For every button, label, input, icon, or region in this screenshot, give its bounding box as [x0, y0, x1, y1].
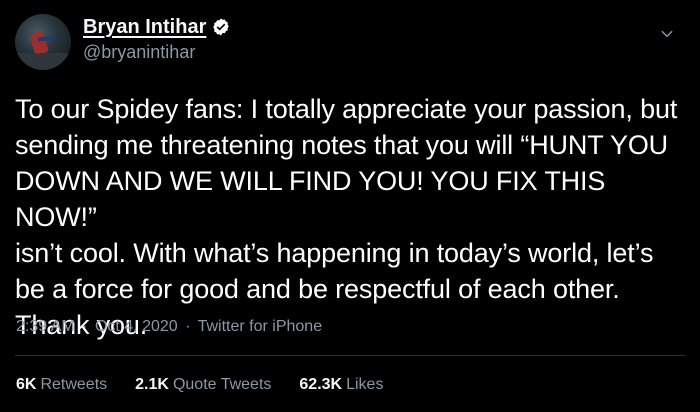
metadata-separator: · [82, 318, 88, 335]
tweet-time[interactable]: 2:39 AM [16, 318, 75, 335]
retweets-label: Retweets [40, 376, 108, 393]
retweets-stat[interactable]: 6K Retweets [16, 374, 107, 396]
likes-label: Likes [346, 376, 384, 393]
tweet-text: To our Spidey fans: I totally appreciate… [15, 94, 678, 340]
author-display-name[interactable]: Bryan Intihar [83, 15, 206, 39]
chevron-down-icon[interactable] [659, 26, 675, 42]
quote-tweets-count: 2.1K [135, 376, 169, 393]
tweet-stats: 6K Retweets 2.1K Quote Tweets 62.3K Like… [16, 374, 383, 396]
tweet-date[interactable]: Oct 4, 2020 [95, 318, 178, 335]
quote-tweets-label: Quote Tweets [172, 376, 272, 393]
tweet-card: Bryan Intihar @bryanintihar To our Spide… [0, 0, 700, 412]
tweet-metadata: 2:39 AM · Oct 4, 2020 · Twitter for iPho… [16, 316, 322, 338]
quote-tweets-stat[interactable]: 2.1K Quote Tweets [135, 374, 271, 396]
likes-stat[interactable]: 62.3K Likes [299, 374, 383, 396]
tweet-header: Bryan Intihar @bryanintihar [15, 14, 685, 72]
stats-divider [15, 355, 685, 356]
author-avatar[interactable] [15, 14, 71, 70]
metadata-separator: · [185, 318, 191, 335]
author-info: Bryan Intihar @bryanintihar [83, 15, 231, 64]
author-name-row[interactable]: Bryan Intihar [83, 15, 231, 39]
tweet-source[interactable]: Twitter for iPhone [198, 318, 323, 335]
author-handle[interactable]: @bryanintihar [83, 40, 231, 64]
retweets-count: 6K [16, 376, 37, 393]
avatar-background [15, 53, 71, 70]
likes-count: 62.3K [299, 376, 343, 393]
avatar-figure [28, 30, 50, 56]
verified-badge-icon [213, 18, 230, 36]
